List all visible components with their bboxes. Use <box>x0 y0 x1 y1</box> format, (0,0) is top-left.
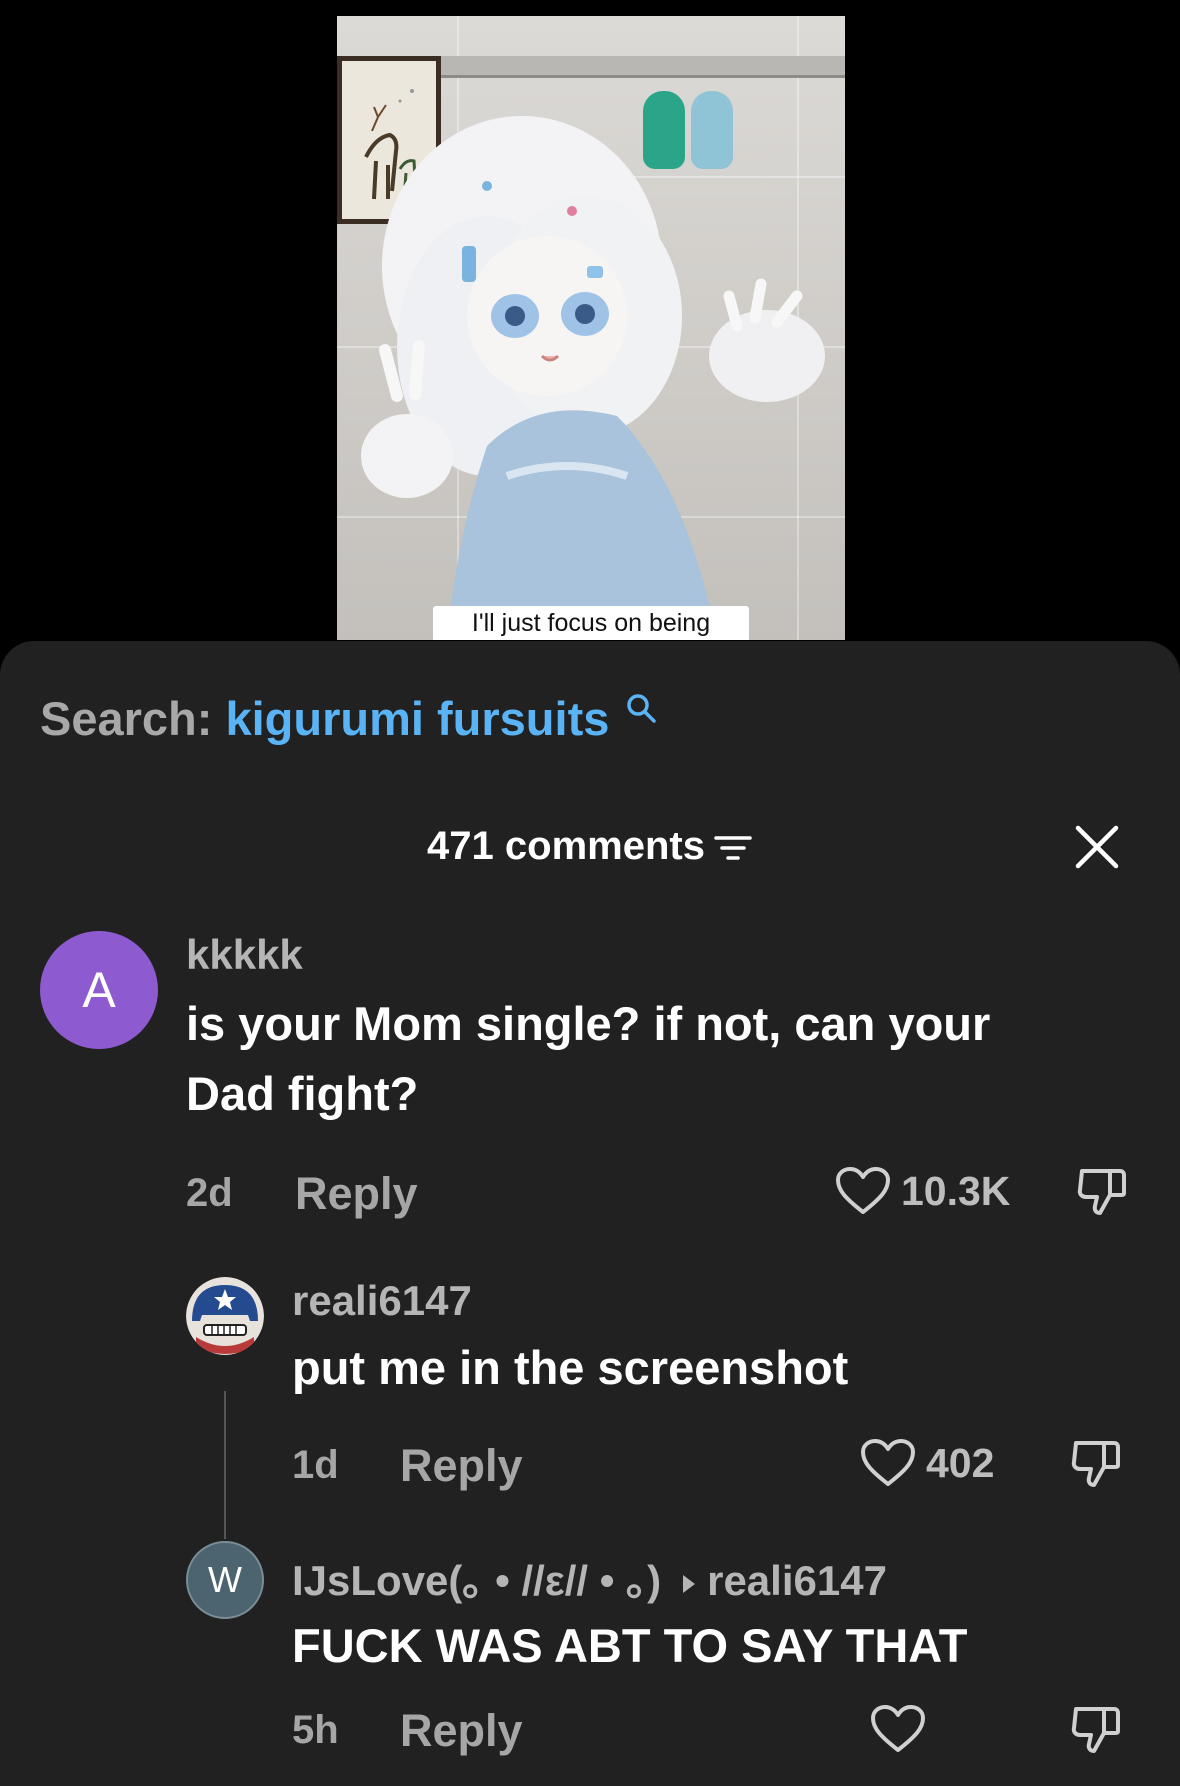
like-button[interactable]: 10.3K <box>835 1163 1010 1219</box>
search-prefix: Search: <box>40 692 213 745</box>
comments-sheet: Search: kigurumi fursuits 471 comments A… <box>0 641 1180 1786</box>
like-count: 10.3K <box>901 1167 1011 1214</box>
heart-icon <box>836 1167 890 1214</box>
like-count: 402 <box>926 1439 995 1486</box>
comment-text-line: is your Mom single? if not, can your <box>186 997 991 1050</box>
avatar[interactable]: W <box>186 1541 264 1619</box>
comment-username[interactable]: kkkkk <box>186 931 303 979</box>
comment-username[interactable]: reali6147 <box>292 1277 472 1325</box>
comment-time: 5h <box>292 1708 339 1752</box>
comment-text: put me in the screenshot <box>292 1341 849 1394</box>
close-icon[interactable] <box>1072 822 1122 872</box>
captain-avatar[interactable] <box>186 1277 264 1355</box>
reply-button[interactable]: Reply <box>295 1168 418 1220</box>
reply-item: reali6147 put me in the screenshot 1d Re… <box>0 1277 1180 1527</box>
filter-icon[interactable] <box>713 832 753 864</box>
like-button[interactable]: 402 <box>860 1435 994 1491</box>
reply-to-arrow-icon <box>683 1574 696 1593</box>
video-area[interactable]: I'll just focus on being <box>0 0 1180 660</box>
like-button[interactable] <box>870 1701 936 1757</box>
comment-text: is your Mom single? if not, can your Dad… <box>186 989 990 1129</box>
comment-count: 471 comments <box>427 824 705 868</box>
dislike-icon[interactable] <box>1074 1163 1130 1219</box>
comment-username[interactable]: IJsLove(｡ • //ε// • ｡) <box>292 1557 661 1604</box>
comment-item: A kkkkk is your Mom single? if not, can … <box>0 931 1180 1231</box>
reply-to-username[interactable]: reali6147 <box>707 1557 887 1604</box>
comment-count-row: 471 comments <box>0 816 1180 876</box>
video-caption: I'll just focus on being <box>433 606 749 640</box>
comment-text-line: Dad fight? <box>186 1067 419 1120</box>
dislike-icon[interactable] <box>1068 1435 1124 1491</box>
avatar[interactable]: A <box>40 931 158 1049</box>
heart-icon <box>871 1705 925 1752</box>
video-player[interactable]: I'll just focus on being <box>337 16 845 640</box>
reply-button[interactable]: Reply <box>400 1440 523 1492</box>
search-suggestion[interactable]: Search: kigurumi fursuits <box>40 691 658 746</box>
avatar-letter: W <box>208 1559 242 1600</box>
heart-icon <box>861 1439 915 1486</box>
comment-text: FUCK WAS ABT TO SAY THAT <box>292 1619 968 1672</box>
comment-time: 2d <box>186 1171 233 1215</box>
dislike-icon[interactable] <box>1068 1701 1124 1757</box>
reply-item: W IJsLove(｡ • //ε// • ｡) reali6147 FUCK W… <box>0 1541 1180 1781</box>
avatar-letter: A <box>82 962 116 1018</box>
comment-username-row: IJsLove(｡ • //ε// • ｡) reali6147 <box>292 1547 887 1608</box>
comment-time: 1d <box>292 1443 339 1487</box>
search-term-link[interactable]: kigurumi fursuits <box>225 692 609 745</box>
kigurumi-figure <box>361 116 825 640</box>
search-icon[interactable] <box>624 691 658 725</box>
reply-button[interactable]: Reply <box>400 1705 523 1757</box>
comments-header: 471 comments <box>0 816 1180 876</box>
